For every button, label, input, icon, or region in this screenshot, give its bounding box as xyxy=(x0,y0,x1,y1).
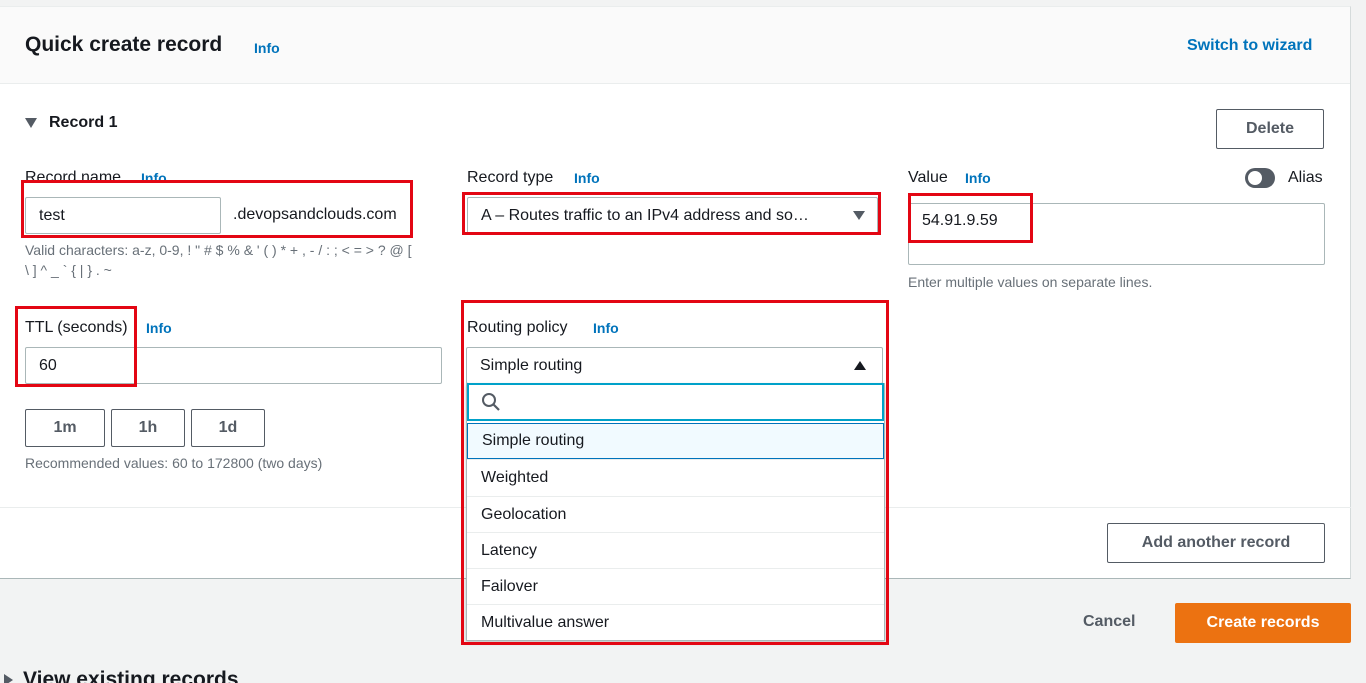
routing-option-latency[interactable]: Latency xyxy=(467,532,884,568)
search-icon xyxy=(482,393,500,411)
record-name-value: test xyxy=(39,206,65,224)
caret-up-icon xyxy=(854,361,866,370)
page-title: Quick create record xyxy=(25,33,223,56)
routing-policy-info-link[interactable]: Info xyxy=(593,320,619,336)
create-records-button[interactable]: Create records xyxy=(1175,603,1351,643)
routing-option-weighted[interactable]: Weighted xyxy=(467,459,884,495)
cancel-button[interactable]: Cancel xyxy=(1083,613,1135,631)
domain-suffix: .devopsandclouds.com xyxy=(233,206,397,223)
chevron-down-icon xyxy=(853,211,865,220)
ttl-input[interactable]: 60 xyxy=(25,347,442,384)
record-name-info-link[interactable]: Info xyxy=(141,170,167,186)
routing-option-failover[interactable]: Failover xyxy=(467,568,884,604)
ttl-1h-button[interactable]: 1h xyxy=(111,409,185,447)
routing-option-multivalue[interactable]: Multivalue answer xyxy=(467,604,884,640)
record-type-select[interactable]: A – Routes traffic to an IPv4 address an… xyxy=(467,197,878,234)
ttl-1d-button[interactable]: 1d xyxy=(191,409,265,447)
record-section-toggle[interactable]: Record 1 xyxy=(25,114,117,132)
record-section-title: Record 1 xyxy=(49,114,118,131)
view-existing-records-toggle[interactable]: View existing records xyxy=(4,668,239,683)
routing-option-geolocation[interactable]: Geolocation xyxy=(467,496,884,532)
alias-label: Alias xyxy=(1288,169,1323,186)
record-name-hint-1: Valid characters: a-z, 0-9, ! " # $ % & … xyxy=(25,242,412,258)
value-label: Value xyxy=(908,169,948,186)
add-another-record-button[interactable]: Add another record xyxy=(1107,523,1325,563)
ttl-label: TTL (seconds) xyxy=(25,319,128,336)
record-type-label: Record type xyxy=(467,169,554,186)
routing-search-input[interactable] xyxy=(467,383,884,421)
routing-option-simple[interactable]: Simple routing xyxy=(467,423,884,459)
title-info-link[interactable]: Info xyxy=(254,40,280,56)
value-textarea[interactable]: 54.91.9.59 xyxy=(908,203,1325,265)
routing-policy-select[interactable]: Simple routing xyxy=(466,347,883,384)
routing-policy-value: Simple routing xyxy=(480,356,583,374)
delete-button[interactable]: Delete xyxy=(1216,109,1324,149)
toggle-icon[interactable] xyxy=(1245,168,1275,188)
record-name-input[interactable]: test xyxy=(25,197,221,234)
view-existing-records-title: View existing records xyxy=(23,668,239,683)
value-hint: Enter multiple values on separate lines. xyxy=(908,274,1153,290)
routing-policy-dropdown: Simple routing Weighted Geolocation Late… xyxy=(466,383,885,641)
caret-right-icon xyxy=(4,674,13,683)
record-name-hint-2: \ ] ^ _ ` { | } . ~ xyxy=(25,262,112,278)
ttl-1m-button[interactable]: 1m xyxy=(25,409,105,447)
switch-to-wizard-link[interactable]: Switch to wizard xyxy=(1187,37,1312,55)
ttl-info-link[interactable]: Info xyxy=(146,320,172,336)
ttl-hint: Recommended values: 60 to 172800 (two da… xyxy=(25,455,323,471)
record-type-info-link[interactable]: Info xyxy=(574,170,600,186)
value-info-link[interactable]: Info xyxy=(965,170,991,186)
ttl-value: 60 xyxy=(39,356,57,374)
caret-down-icon xyxy=(25,118,37,128)
record-type-value: A – Routes traffic to an IPv4 address an… xyxy=(481,206,809,224)
routing-policy-label: Routing policy xyxy=(467,319,568,336)
record-name-label: Record name xyxy=(25,169,122,186)
value-text: 54.91.9.59 xyxy=(922,212,998,229)
